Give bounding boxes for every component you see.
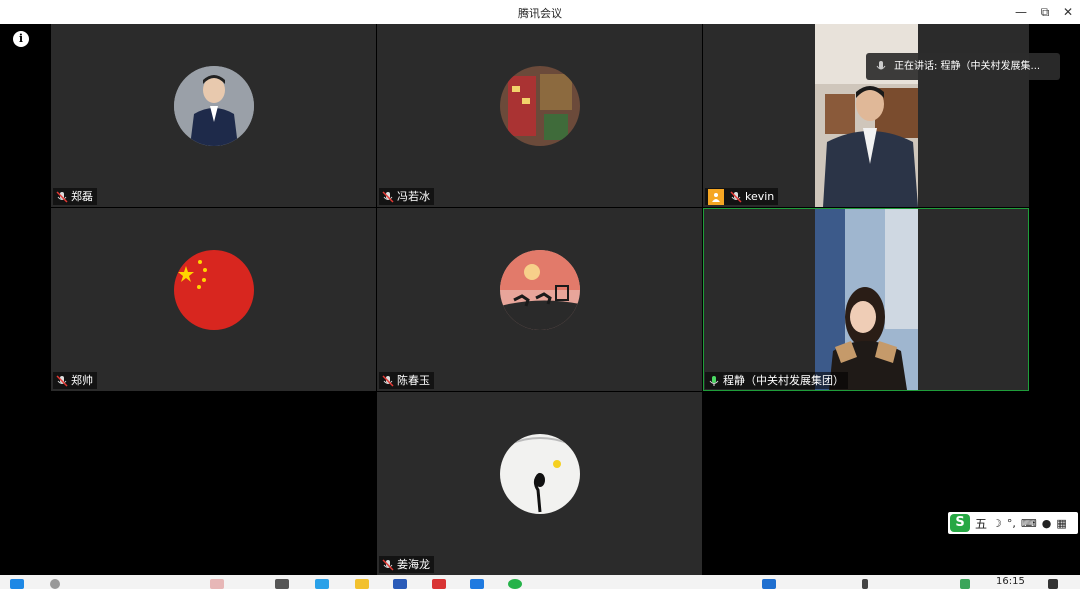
participant-name: 郑帅 <box>71 374 93 387</box>
search-icon[interactable] <box>50 579 60 589</box>
participant-tile[interactable]: 陈春玉 <box>377 208 702 391</box>
edge-icon[interactable] <box>315 579 329 589</box>
participant-name: 陈春玉 <box>397 374 430 387</box>
avatar <box>500 66 580 146</box>
ime-mode-label[interactable]: 五 <box>975 515 987 532</box>
mic-muted-icon <box>382 558 394 571</box>
tray-icon[interactable] <box>960 579 970 589</box>
task-view-icon[interactable] <box>275 579 289 589</box>
participant-tile[interactable]: 冯若冰 <box>377 24 702 207</box>
window-titlebar: 腾讯会议 — ⧉ ✕ <box>0 0 1080 24</box>
window-title: 腾讯会议 <box>518 7 562 20</box>
participant-name: kevin <box>745 190 775 203</box>
keyboard-icon[interactable]: ⌨ <box>1021 517 1037 530</box>
restore-icon[interactable]: ⧉ <box>1034 3 1056 21</box>
avatar <box>500 250 580 330</box>
speaking-indicator: 正在讲话: 程静（中关村发展集... <box>866 53 1060 80</box>
moon-icon[interactable]: ☽ <box>992 517 1002 530</box>
participant-name-tag: 程静（中关村发展集团） <box>705 372 848 389</box>
mic-muted-icon <box>56 190 68 203</box>
close-icon[interactable]: ✕ <box>1057 3 1079 21</box>
participant-name: 郑磊 <box>71 190 93 203</box>
participant-name-tag: kevin <box>705 188 779 205</box>
taskbar-app-icon[interactable] <box>432 579 446 589</box>
taskbar-app-icon[interactable] <box>210 579 224 589</box>
mic-muted-icon <box>730 190 742 203</box>
taskbar-app-icon[interactable] <box>393 579 407 589</box>
participant-name-tag: 郑磊 <box>53 188 97 205</box>
participant-name: 姜海龙 <box>397 558 430 571</box>
participant-name-tag: 冯若冰 <box>379 188 434 205</box>
participant-tile[interactable]: 郑磊 <box>51 24 376 207</box>
participant-tile-active-speaker[interactable]: 程静（中关村发展集团） <box>703 208 1029 391</box>
participant-name: 冯若冰 <box>397 190 430 203</box>
os-taskbar: 16:15 <box>0 575 1080 589</box>
participant-name-tag: 陈春玉 <box>379 372 434 389</box>
tray-icon[interactable] <box>862 579 868 589</box>
host-badge-icon <box>708 188 724 205</box>
taskbar-clock[interactable]: 16:15 <box>996 576 1025 587</box>
avatar <box>500 434 580 514</box>
avatar <box>174 250 254 330</box>
notification-icon[interactable] <box>1048 579 1058 589</box>
file-explorer-icon[interactable] <box>355 579 369 589</box>
participant-tile[interactable]: kevin <box>703 24 1029 207</box>
participant-name-tag: 姜海龙 <box>379 556 434 573</box>
participant-tile[interactable]: 郑帅 <box>51 208 376 391</box>
start-icon[interactable] <box>10 579 24 589</box>
ime-toolbar[interactable]: S 五 ☽ °, ⌨ ● ▦ <box>948 512 1078 534</box>
participant-video <box>815 24 918 207</box>
participant-name-tag: 郑帅 <box>53 372 97 389</box>
tray-icon[interactable] <box>762 579 776 589</box>
mic-muted-icon <box>382 190 394 203</box>
info-icon[interactable]: i <box>13 31 29 47</box>
wechat-icon[interactable] <box>508 579 522 589</box>
minimize-icon[interactable]: — <box>1010 3 1032 21</box>
participant-video <box>815 209 918 390</box>
ime-logo-icon[interactable]: S <box>950 514 970 532</box>
punctuation-icon[interactable]: °, <box>1007 517 1016 530</box>
mic-muted-icon <box>56 374 68 387</box>
grid-icon[interactable]: ▦ <box>1056 517 1066 530</box>
participant-name: 程静（中关村发展集团） <box>723 374 844 387</box>
mic-icon <box>876 60 886 69</box>
meeting-app-icon[interactable] <box>470 579 484 589</box>
participant-tile[interactable]: 姜海龙 <box>377 392 702 575</box>
mic-muted-icon <box>382 374 394 387</box>
mic-active-icon <box>709 375 719 386</box>
speaking-indicator-text: 正在讲话: 程静（中关村发展集... <box>894 61 1041 72</box>
avatar <box>174 66 254 146</box>
user-icon[interactable]: ● <box>1042 517 1052 530</box>
